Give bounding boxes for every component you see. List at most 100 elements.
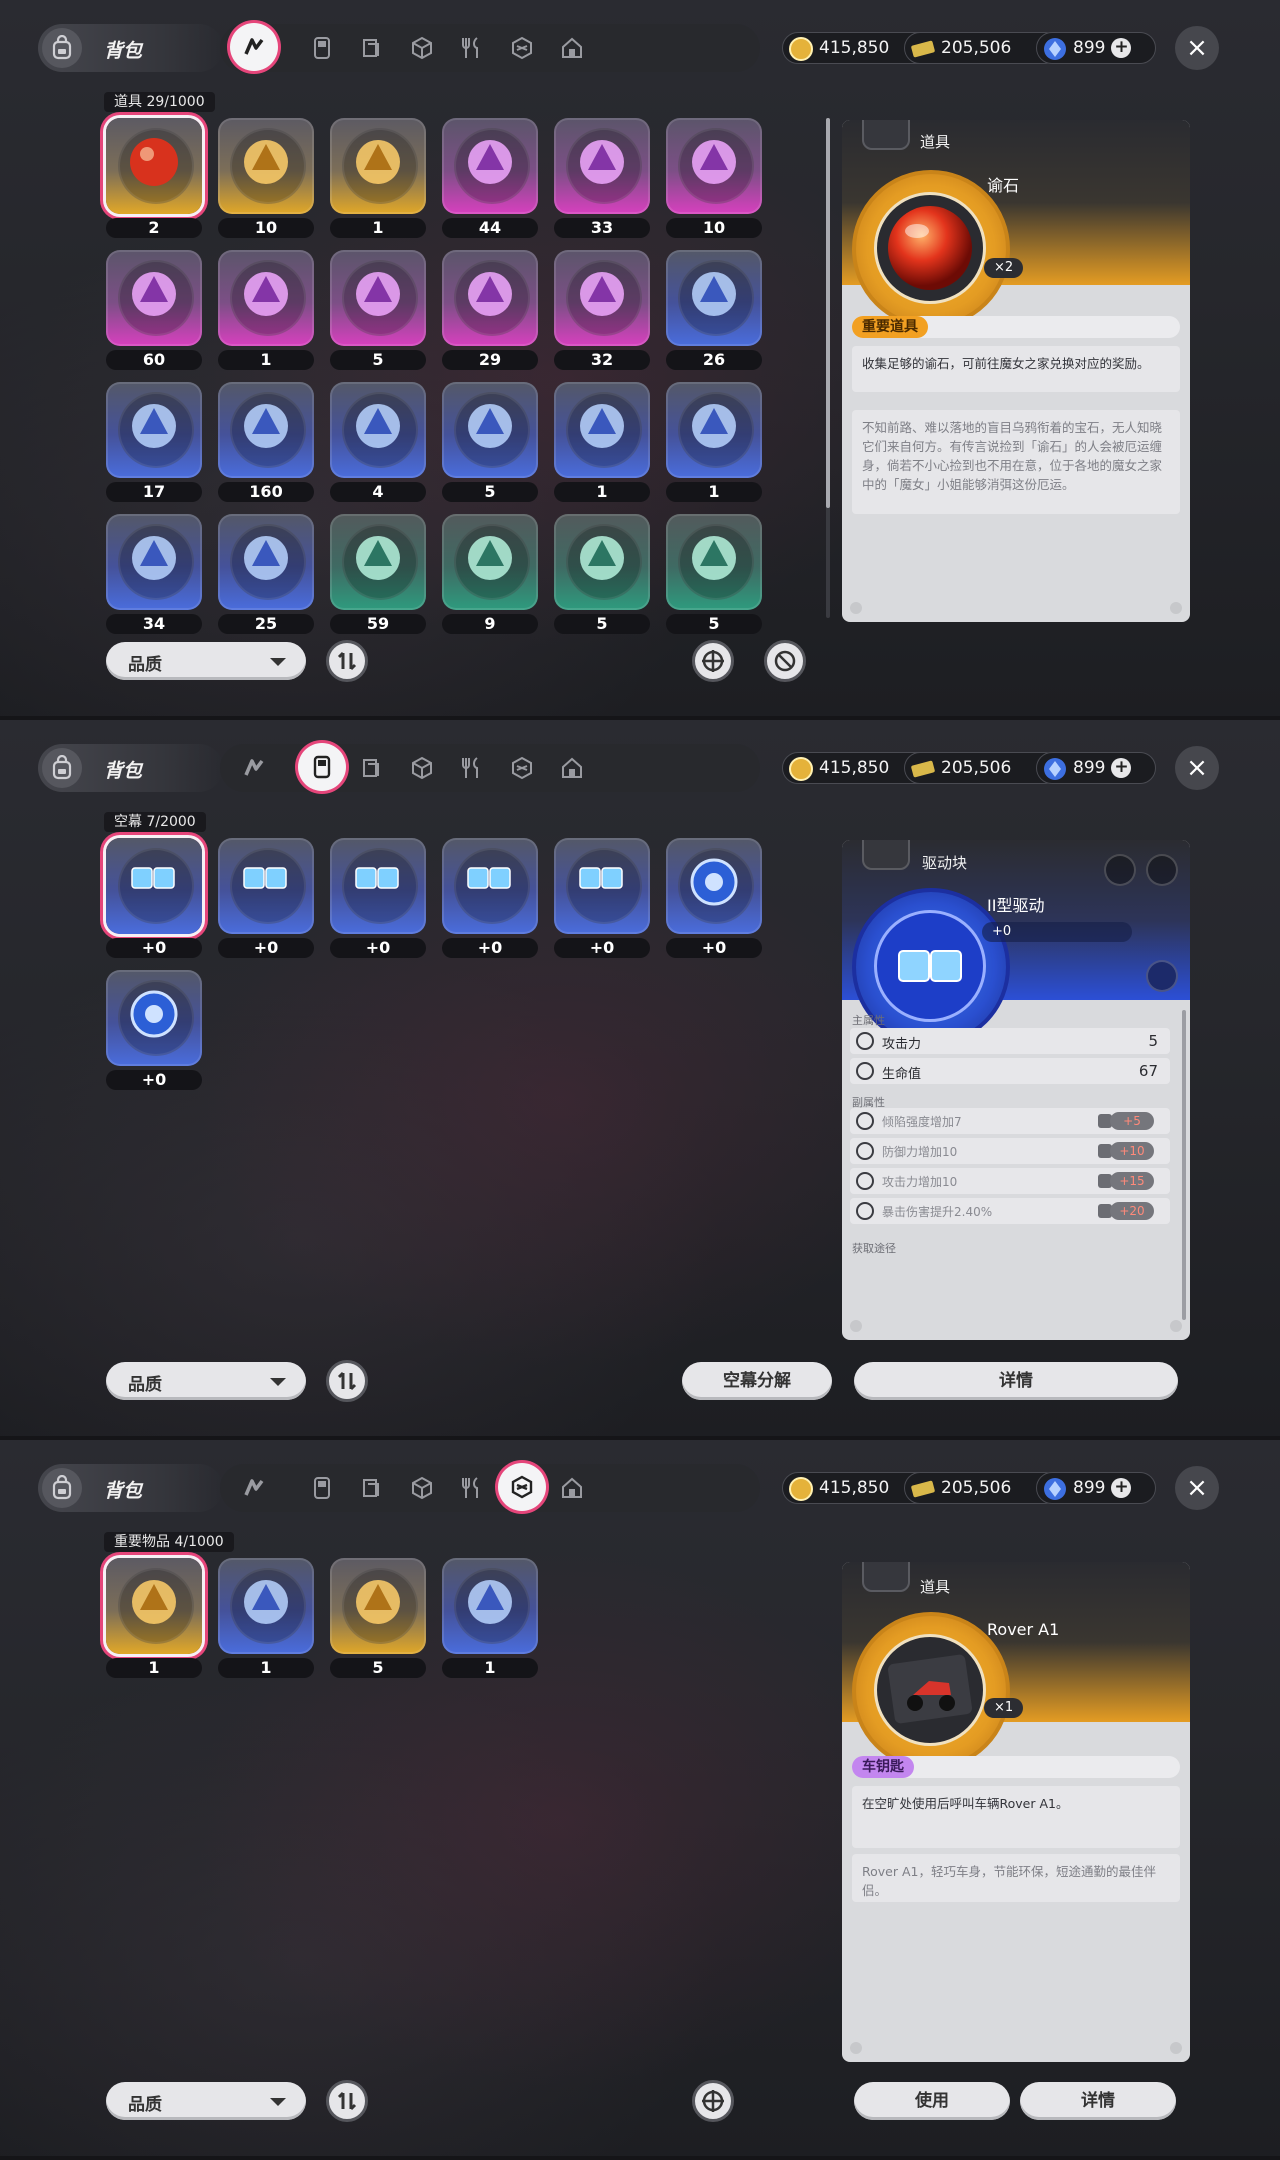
item-card[interactable] [106,838,202,934]
add-crystal-button[interactable]: + [1111,758,1132,778]
close-button[interactable]: × [1175,26,1219,70]
detail-scrollbar[interactable] [1182,1010,1186,1320]
inventory-item[interactable]: 1 [106,1558,204,1680]
inventory-item[interactable]: 10 [218,118,316,240]
item-card[interactable] [666,514,762,610]
item-card[interactable] [442,1558,538,1654]
item-card[interactable] [442,382,538,478]
item-card[interactable] [554,382,650,478]
inventory-item[interactable]: 10 [666,118,764,240]
item-card[interactable] [554,250,650,346]
inventory-item[interactable]: 1 [330,118,428,240]
details-button[interactable]: 详情 [1020,2082,1176,2120]
tab-key-items[interactable] [498,1463,546,1511]
tab-materials[interactable] [402,748,442,788]
inventory-item[interactable]: 9 [442,514,540,636]
inventory-item[interactable]: +0 [106,838,204,960]
inventory-item[interactable]: 5 [554,514,652,636]
tab-props[interactable] [230,23,278,71]
inventory-item[interactable]: 1 [218,1558,316,1680]
add-crystal-button[interactable]: + [1111,1478,1132,1498]
close-button[interactable]: × [1175,1466,1219,1510]
inventory-item[interactable]: 26 [666,250,764,372]
item-card[interactable] [666,838,762,934]
inventory-item[interactable]: 4 [330,382,428,504]
inventory-item[interactable]: 2 [106,118,204,240]
item-card[interactable] [330,118,426,214]
tab-drive[interactable] [302,1468,342,1508]
tab-key-items[interactable] [502,748,542,788]
details-button[interactable]: 详情 [854,1362,1178,1400]
item-card[interactable] [330,382,426,478]
inventory-item[interactable]: 32 [554,250,652,372]
inventory-item[interactable]: 34 [106,514,204,636]
decompose-button[interactable]: 空幕分解 [682,1362,832,1400]
tab-key-items[interactable] [502,28,542,68]
inventory-item[interactable]: +0 [218,838,316,960]
inventory-item[interactable]: 5 [330,1558,428,1680]
inventory-item[interactable]: +0 [106,970,204,1092]
lock-icon[interactable] [1146,854,1178,886]
tab-manuals[interactable] [352,28,392,68]
item-card[interactable] [218,1558,314,1654]
trash-icon[interactable] [1104,854,1136,886]
tab-manuals[interactable] [352,748,392,788]
item-card[interactable] [106,970,202,1066]
item-card[interactable] [330,838,426,934]
item-card[interactable] [218,838,314,934]
item-card[interactable] [330,514,426,610]
item-card[interactable] [218,514,314,610]
tab-materials[interactable] [402,1468,442,1508]
tab-home[interactable] [552,748,592,788]
item-card[interactable] [666,250,762,346]
inventory-item[interactable]: 33 [554,118,652,240]
locate-button[interactable] [692,2080,734,2122]
item-card[interactable] [666,118,762,214]
scroll-thumb[interactable] [826,118,830,508]
inventory-item[interactable]: +0 [554,838,652,960]
item-card[interactable] [218,382,314,478]
item-card[interactable] [218,250,314,346]
tab-drive[interactable] [302,28,342,68]
close-button[interactable]: × [1175,746,1219,790]
item-card[interactable] [106,1558,202,1654]
inventory-item[interactable]: +0 [442,838,540,960]
item-card[interactable] [218,118,314,214]
tab-drive[interactable] [298,743,346,791]
inventory-item[interactable]: 5 [666,514,764,636]
inventory-item[interactable]: 1 [554,382,652,504]
item-card[interactable] [554,514,650,610]
discard-mode-button[interactable] [764,640,806,682]
tab-materials[interactable] [402,28,442,68]
item-card[interactable] [330,250,426,346]
inventory-item[interactable]: 1 [442,1558,540,1680]
inventory-item[interactable]: +0 [666,838,764,960]
item-card[interactable] [106,514,202,610]
locate-button[interactable] [692,640,734,682]
item-card[interactable] [442,838,538,934]
tab-food[interactable] [452,28,492,68]
inventory-item[interactable]: 29 [442,250,540,372]
item-card[interactable] [554,838,650,934]
item-card[interactable] [442,118,538,214]
tab-props[interactable] [234,748,274,788]
tab-manuals[interactable] [352,1468,392,1508]
item-card[interactable] [106,250,202,346]
add-crystal-button[interactable]: + [1111,38,1132,58]
inventory-item[interactable]: 60 [106,250,204,372]
inventory-item[interactable]: 1 [666,382,764,504]
item-card[interactable] [442,250,538,346]
inventory-item[interactable]: 5 [330,250,428,372]
sort-order-button[interactable] [326,2080,368,2122]
inventory-item[interactable]: +0 [330,838,428,960]
sort-order-button[interactable] [326,1360,368,1402]
item-card[interactable] [330,1558,426,1654]
tab-home[interactable] [552,28,592,68]
use-button[interactable]: 使用 [854,2082,1010,2120]
quality-sort-dropdown[interactable]: 品质 [106,2082,306,2120]
tab-food[interactable] [452,1468,492,1508]
inventory-item[interactable]: 5 [442,382,540,504]
quality-sort-dropdown[interactable]: 品质 [106,1362,306,1400]
sort-order-button[interactable] [326,640,368,682]
quality-sort-dropdown[interactable]: 品质 [106,642,306,680]
